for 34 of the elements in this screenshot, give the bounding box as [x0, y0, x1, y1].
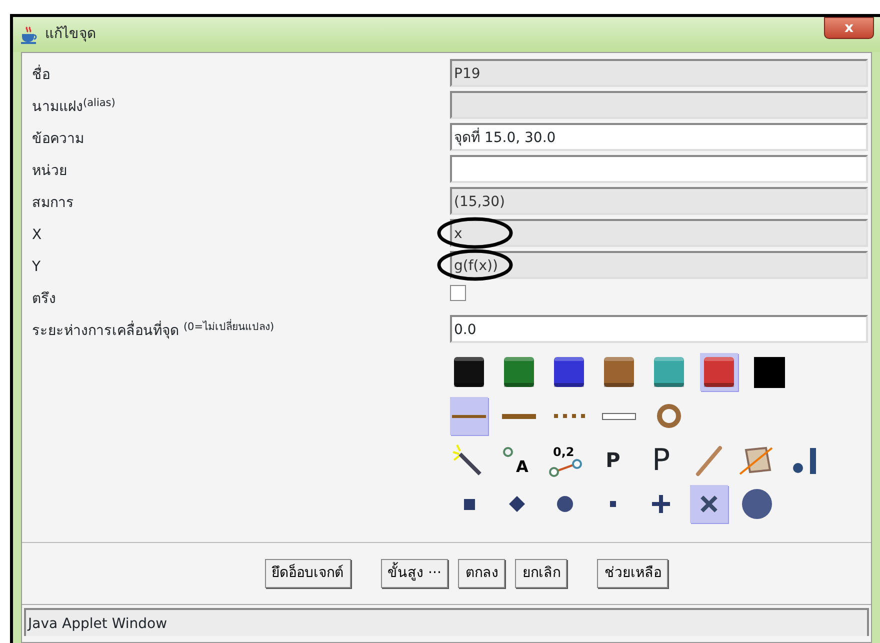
field-label: ตรึง — [32, 290, 57, 309]
field-label: Y — [32, 258, 42, 277]
thin-line-icon — [452, 414, 486, 418]
status-bar: Java Applet Window — [24, 608, 869, 636]
dialog-button[interactable]: ยกเลิก — [515, 559, 568, 588]
line-style-option[interactable] — [450, 397, 488, 435]
dialog-button[interactable]: ช่วยเหลือ — [597, 559, 668, 588]
text-field[interactable] — [450, 155, 868, 183]
text-field[interactable]: จุดที่ 15.0, 30.0 — [450, 123, 868, 151]
point-label-style[interactable]: P — [652, 438, 670, 482]
dialog-button[interactable]: ขั้นสูง ··· — [380, 559, 448, 588]
field-label: สมการ — [32, 194, 75, 213]
field-label: ระยะห่างการเคลื่อนที่จุด $^{(0=ไม่เปลี่ยนแปลง)}$ — [32, 318, 276, 341]
field-label: ข้อความ — [32, 130, 85, 149]
square-icon — [464, 498, 474, 510]
dialog-button[interactable]: ยึดอ็อบเจกต์ — [264, 559, 351, 588]
small-square-icon — [610, 501, 616, 507]
dialog-button[interactable]: ตกลง — [458, 559, 506, 588]
field-label: X — [32, 226, 43, 245]
field-label: หน่วย — [32, 162, 68, 181]
close-button[interactable]: x — [824, 16, 874, 38]
point-label-style[interactable]: P — [606, 445, 620, 475]
text-field: (15,30) — [450, 187, 868, 215]
point-style-option[interactable] — [690, 485, 728, 523]
ring-icon — [657, 404, 681, 428]
field-label: ชื่อ — [32, 59, 450, 86]
field-label: นามแฝง$^{(alias)}$ — [32, 96, 116, 117]
window-title: แก้ไขจุด — [45, 24, 96, 44]
dotted-line-icon — [554, 414, 584, 418]
color-swatch[interactable] — [700, 353, 738, 391]
text-field: P19 — [450, 59, 868, 87]
checkbox[interactable] — [450, 285, 466, 301]
text-field[interactable]: 0.0 — [450, 315, 868, 343]
coffee-cup-icon — [19, 24, 39, 44]
